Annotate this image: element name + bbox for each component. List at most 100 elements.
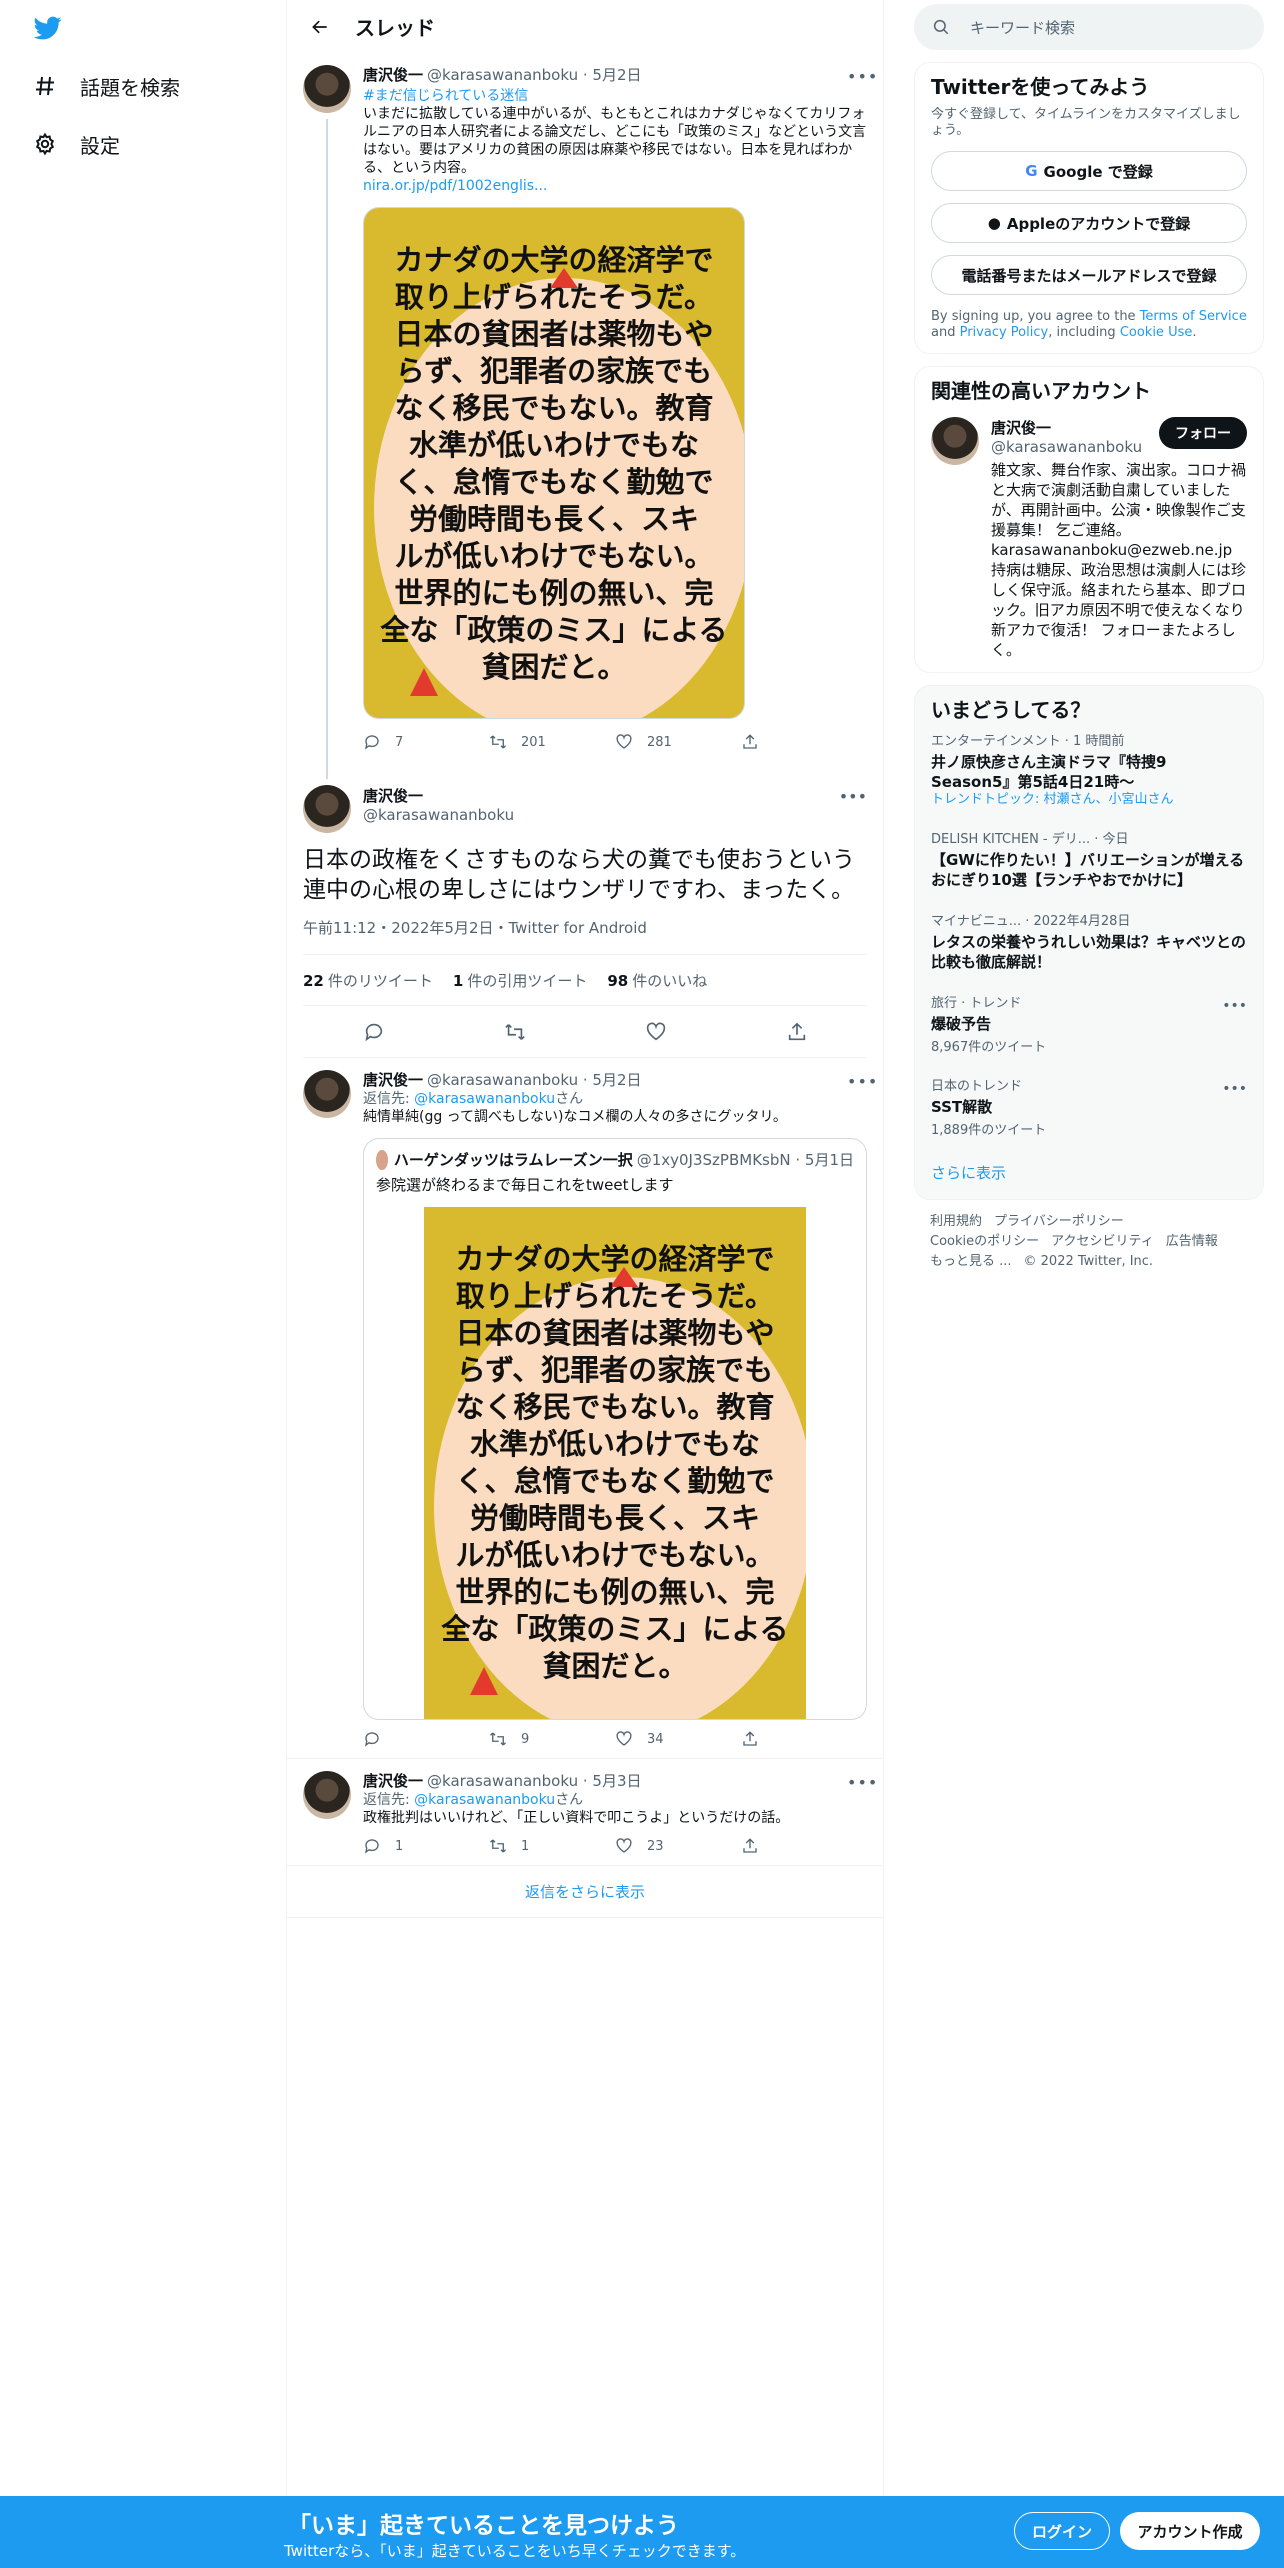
reply-button[interactable]: 7: [363, 733, 489, 751]
reply-icon[interactable]: [363, 1021, 385, 1043]
google-icon: G: [1025, 162, 1038, 180]
related-title: 関連性の高いアカウント: [931, 379, 1151, 403]
retweet-count[interactable]: 22 件のリツイート: [303, 970, 433, 991]
avatar[interactable]: [303, 785, 351, 833]
trend-item[interactable]: エンターテインメント · 1 時間前 井ノ原快彦さん主演ドラマ『特捜9 Seas…: [931, 722, 1247, 820]
trend-item[interactable]: マイナビニュ... · 2022年4月28日 レタスの栄養やうれしい効果は？キャ…: [931, 902, 1247, 984]
retweet-button[interactable]: 201: [489, 733, 615, 751]
share-button[interactable]: [741, 733, 867, 751]
more-icon[interactable]: •••: [847, 1072, 877, 1091]
footer-link[interactable]: プライバシーポリシー: [994, 1214, 1124, 1229]
terms-link[interactable]: Terms of Service: [1140, 309, 1247, 324]
share-icon: [743, 1731, 757, 1746]
back-arrow-icon[interactable]: [303, 10, 337, 44]
share-icon[interactable]: [786, 1021, 808, 1043]
thread-tweet-1[interactable]: ••• 唐沢俊一 @karasawananboku · 5月2日 #まだ信じられて…: [287, 53, 883, 779]
related-accounts-panel: 関連性の高いアカウント 唐沢俊一 @karasawananboku 雑文家、舞台…: [914, 366, 1264, 673]
like-button[interactable]: 34: [615, 1730, 741, 1748]
author-handle[interactable]: @karasawananboku: [363, 806, 514, 824]
quote-text: 参院選が終わるまで毎日これをtweetします: [376, 1176, 674, 1194]
focused-tweet-actions: [303, 1006, 867, 1058]
footer-link[interactable]: 広告情報: [1166, 1234, 1218, 1249]
reply-button[interactable]: [363, 1730, 489, 1748]
reply-to-link[interactable]: @karasawananboku: [414, 1091, 555, 1107]
tweet-actions: 7 201 281: [363, 723, 867, 761]
login-button[interactable]: ログイン: [1014, 2512, 1110, 2550]
avatar[interactable]: [303, 65, 351, 113]
privacy-link[interactable]: Privacy Policy: [960, 325, 1049, 340]
footer-link[interactable]: 利用規約: [930, 1214, 982, 1229]
nav-settings[interactable]: 設定: [32, 124, 120, 164]
focused-tweet-text: 日本の政権をくさすものなら犬の糞でも使おうという連中の心根の卑しさにはウンザリで…: [303, 847, 855, 903]
author-name[interactable]: 唐沢俊一: [363, 785, 514, 806]
reply-to-link[interactable]: @karasawananboku: [414, 1792, 555, 1808]
footer-link[interactable]: Cookieのポリシー: [930, 1234, 1039, 1249]
tweet-stats: 22 件のリツイート 1 件の引用ツイート 98 件のいいね: [303, 954, 867, 1006]
trend-item[interactable]: ••• 日本のトレンド SST解散 1,889件のツイート: [931, 1067, 1247, 1150]
reply-tweet-1[interactable]: ••• 唐沢俊一 @karasawananboku · 5月2日 返信先: @ka…: [287, 1058, 883, 1758]
retweet-button[interactable]: 1: [489, 1837, 615, 1855]
more-icon[interactable]: •••: [839, 787, 867, 806]
like-count[interactable]: 98 件のいいね: [607, 970, 707, 991]
related-account[interactable]: 唐沢俊一 @karasawananboku 雑文家、舞台作家、演出家。コロナ禍と…: [931, 417, 1247, 660]
author-name[interactable]: 唐沢俊一: [363, 65, 423, 85]
follow-button[interactable]: フォロー: [1159, 417, 1247, 449]
google-signup-button[interactable]: G Google で登録: [931, 151, 1247, 191]
twitter-logo-icon[interactable]: [32, 14, 64, 42]
apple-signup-button[interactable]: ● Appleのアカウントで登録: [931, 203, 1247, 243]
avatar[interactable]: [303, 1771, 351, 1819]
nav-explore[interactable]: 話題を検索: [32, 66, 180, 106]
quoted-tweet[interactable]: ハーゲンダッツはラムレーズン一択 @1xy0J3SzPBMKsbN · 5月1日 …: [363, 1138, 867, 1720]
author-name[interactable]: 唐沢俊一: [363, 1771, 423, 1791]
image-caption: カナダの大学の経済学で 取り上げられたそうだ。 日本の貧困者は薬物もや らず、犯…: [380, 243, 728, 684]
quote-image[interactable]: カナダの大学の経済学で 取り上げられたそうだ。 日本の貧困者は薬物もや らず、犯…: [424, 1207, 806, 1719]
footer-links: 利用規約 プライバシーポリシー Cookieのポリシー アクセシビリティ 広告情報 も…: [914, 1200, 1264, 1284]
cookie-link[interactable]: Cookie Use: [1120, 325, 1193, 340]
more-icon[interactable]: •••: [847, 1773, 877, 1792]
trends-title: いまどうしてる？: [931, 698, 1091, 722]
author-handle[interactable]: @karasawananboku · 5月2日: [427, 1070, 641, 1090]
footer-link[interactable]: もっと見る ...: [930, 1254, 1012, 1269]
share-icon: [743, 734, 757, 749]
trend-item[interactable]: ••• 旅行 · トレンド 爆破予告 8,967件のツイート: [931, 984, 1247, 1067]
reply-button[interactable]: 1: [363, 1837, 489, 1855]
phone-email-signup-button[interactable]: 電話番号またはメールアドレスで登録: [931, 255, 1247, 295]
show-more-replies-button[interactable]: 返信をさらに表示: [287, 1866, 883, 1918]
tweet-timestamp[interactable]: 午前11:12・2022年5月2日・Twitter for Android: [287, 905, 883, 954]
trends-panel: いまどうしてる？ エンターテインメント · 1 時間前 井ノ原快彦さん主演ドラマ…: [914, 685, 1264, 1200]
like-button[interactable]: 281: [615, 733, 741, 751]
more-icon[interactable]: •••: [847, 67, 877, 86]
footer-link[interactable]: アクセシビリティ: [1051, 1234, 1154, 1249]
search-input[interactable]: キーワード検索: [914, 4, 1264, 50]
hashtag-link[interactable]: #まだ信じられている迷信: [363, 88, 528, 104]
share-button[interactable]: [741, 1730, 867, 1748]
tweet-actions: 9 34: [363, 1720, 867, 1758]
retweet-icon[interactable]: [504, 1021, 526, 1043]
thread-header: スレッド: [287, 0, 883, 53]
heart-icon[interactable]: [645, 1021, 667, 1043]
bottom-signup-bar: 「いま」起きていることを見つけよう Twitterなら、「いま」起きていることを…: [0, 2496, 1284, 2568]
more-icon[interactable]: •••: [1222, 998, 1247, 1014]
author-name[interactable]: 唐沢俊一: [363, 1070, 423, 1090]
avatar[interactable]: [931, 417, 979, 465]
avatar: [376, 1149, 388, 1170]
share-button[interactable]: [741, 1837, 867, 1855]
reply-tweet-2[interactable]: ••• 唐沢俊一 @karasawananboku · 5月3日 返信先: @ka…: [287, 1759, 883, 1865]
tweet-text: いまだに拡散している連中がいるが、もともとこれはカナダじゃなくてカリフォルニアの…: [363, 106, 867, 176]
search-icon: [933, 19, 949, 35]
show-more-trends[interactable]: さらに表示: [931, 1150, 1247, 1195]
reply-icon: [364, 735, 379, 750]
like-button[interactable]: 23: [615, 1837, 741, 1855]
trend-item[interactable]: DELISH KITCHEN - デリ... · 今日 【GWに作りたい！】バリ…: [931, 820, 1247, 902]
tweet-text: 政権批判はいいけれど、「正しい資料で叩こうよ」というだけの話。: [363, 1810, 790, 1826]
retweet-button[interactable]: 9: [489, 1730, 615, 1748]
heart-icon: [616, 1731, 632, 1746]
signup-button[interactable]: アカウント作成: [1120, 2512, 1260, 2550]
avatar[interactable]: [303, 1070, 351, 1118]
author-handle[interactable]: @karasawananboku · 5月2日: [427, 65, 641, 85]
more-icon[interactable]: •••: [1222, 1081, 1247, 1097]
external-link[interactable]: nira.or.jp/pdf/1002englis...: [363, 178, 547, 194]
quote-count[interactable]: 1 件の引用ツイート: [453, 970, 587, 991]
tweet-image[interactable]: カナダの大学の経済学で 取り上げられたそうだ。 日本の貧困者は薬物もや らず、犯…: [363, 207, 745, 719]
author-handle[interactable]: @karasawananboku · 5月3日: [427, 1771, 641, 1791]
